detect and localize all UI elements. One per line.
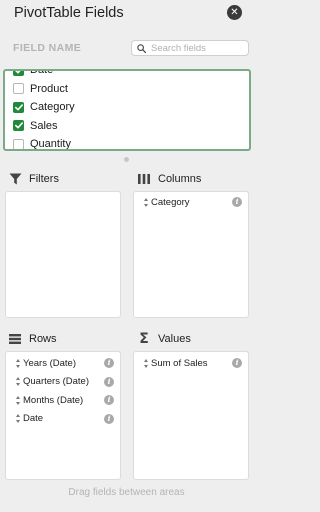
checkbox-checked[interactable] xyxy=(13,101,24,113)
filters-label: Filters xyxy=(29,173,59,185)
rows-icon xyxy=(8,332,22,346)
field-name-heading: FIELD NAME xyxy=(13,42,82,54)
search-icon xyxy=(137,43,146,53)
area-item-label: Years (Date) xyxy=(23,357,76,369)
rows-label: Rows xyxy=(29,333,57,345)
area-item-label: Date xyxy=(23,413,44,425)
sigma-icon: Σ xyxy=(139,331,149,347)
search-input[interactable] xyxy=(151,42,247,54)
checkbox-checked[interactable] xyxy=(13,120,24,132)
drag-handle-icon[interactable] xyxy=(15,377,20,387)
values-drop-area[interactable]: Sum of Sales i xyxy=(133,351,249,480)
panel-title: PivotTable Fields xyxy=(14,5,124,21)
filter-icon xyxy=(8,172,22,186)
area-item[interactable]: Date i xyxy=(6,410,120,429)
columns-drop-area[interactable]: Category i xyxy=(133,191,249,318)
rows-drop-area[interactable]: Years (Date) i Quarters (Date) i Months (Dat… xyxy=(5,351,121,480)
filters-header: Filters xyxy=(8,171,59,187)
drag-handle-icon[interactable] xyxy=(15,395,20,405)
checkbox-checked[interactable] xyxy=(13,71,24,76)
resize-handle[interactable] xyxy=(124,157,129,162)
checkmark-icon xyxy=(14,71,20,74)
rows-header: Rows xyxy=(8,331,57,347)
field-item-label: Sales xyxy=(30,119,58,132)
field-item[interactable]: Category xyxy=(5,98,249,117)
filters-drop-area[interactable] xyxy=(5,191,121,318)
drag-handle-icon[interactable] xyxy=(15,358,20,368)
columns-header: Columns xyxy=(137,171,201,187)
values-header: Σ Values xyxy=(137,331,191,347)
area-item-label: Sum of Sales xyxy=(151,357,208,369)
search-box[interactable] xyxy=(131,40,249,56)
field-item[interactable]: Date xyxy=(5,69,249,80)
field-item[interactable]: Quantity xyxy=(5,135,249,151)
checkbox-unchecked[interactable] xyxy=(13,83,24,95)
info-icon[interactable]: i xyxy=(232,197,242,207)
close-icon[interactable]: ✕ xyxy=(227,5,242,20)
values-label: Values xyxy=(158,333,191,345)
checkmark-icon xyxy=(14,104,23,111)
columns-label: Columns xyxy=(158,173,202,185)
area-item[interactable]: Months (Date) i xyxy=(6,391,120,410)
field-item-label: Date xyxy=(30,69,54,77)
drag-handle-icon[interactable] xyxy=(143,197,148,207)
field-item-label: Quantity xyxy=(30,138,71,151)
footer-hint: Drag fields between areas xyxy=(68,487,185,498)
field-item-label: Category xyxy=(30,101,75,114)
field-item[interactable]: Sales xyxy=(5,117,249,136)
area-item[interactable]: Quarters (Date) i xyxy=(6,373,120,392)
area-item[interactable]: Category i xyxy=(134,193,248,212)
field-list[interactable]: Date Product Category Sales Quantity xyxy=(3,69,251,151)
info-icon[interactable]: i xyxy=(104,376,114,387)
field-item[interactable]: Product xyxy=(5,80,249,99)
drag-handle-icon[interactable] xyxy=(15,414,20,424)
columns-icon xyxy=(137,172,151,186)
info-icon[interactable]: i xyxy=(104,413,114,424)
checkbox-unchecked[interactable] xyxy=(13,138,24,149)
info-icon[interactable]: i xyxy=(232,358,242,368)
area-item-label: Months (Date) xyxy=(23,394,84,406)
area-item[interactable]: Sum of Sales i xyxy=(134,354,248,373)
drag-handle-icon[interactable] xyxy=(143,358,148,368)
checkmark-icon xyxy=(14,122,23,129)
area-item[interactable]: Years (Date) i xyxy=(6,354,120,373)
area-item-label: Quarters (Date) xyxy=(23,376,89,388)
info-icon[interactable]: i xyxy=(104,358,114,368)
info-icon[interactable]: i xyxy=(104,395,114,405)
field-item-label: Product xyxy=(30,82,68,95)
area-item-label: Category xyxy=(151,196,190,208)
